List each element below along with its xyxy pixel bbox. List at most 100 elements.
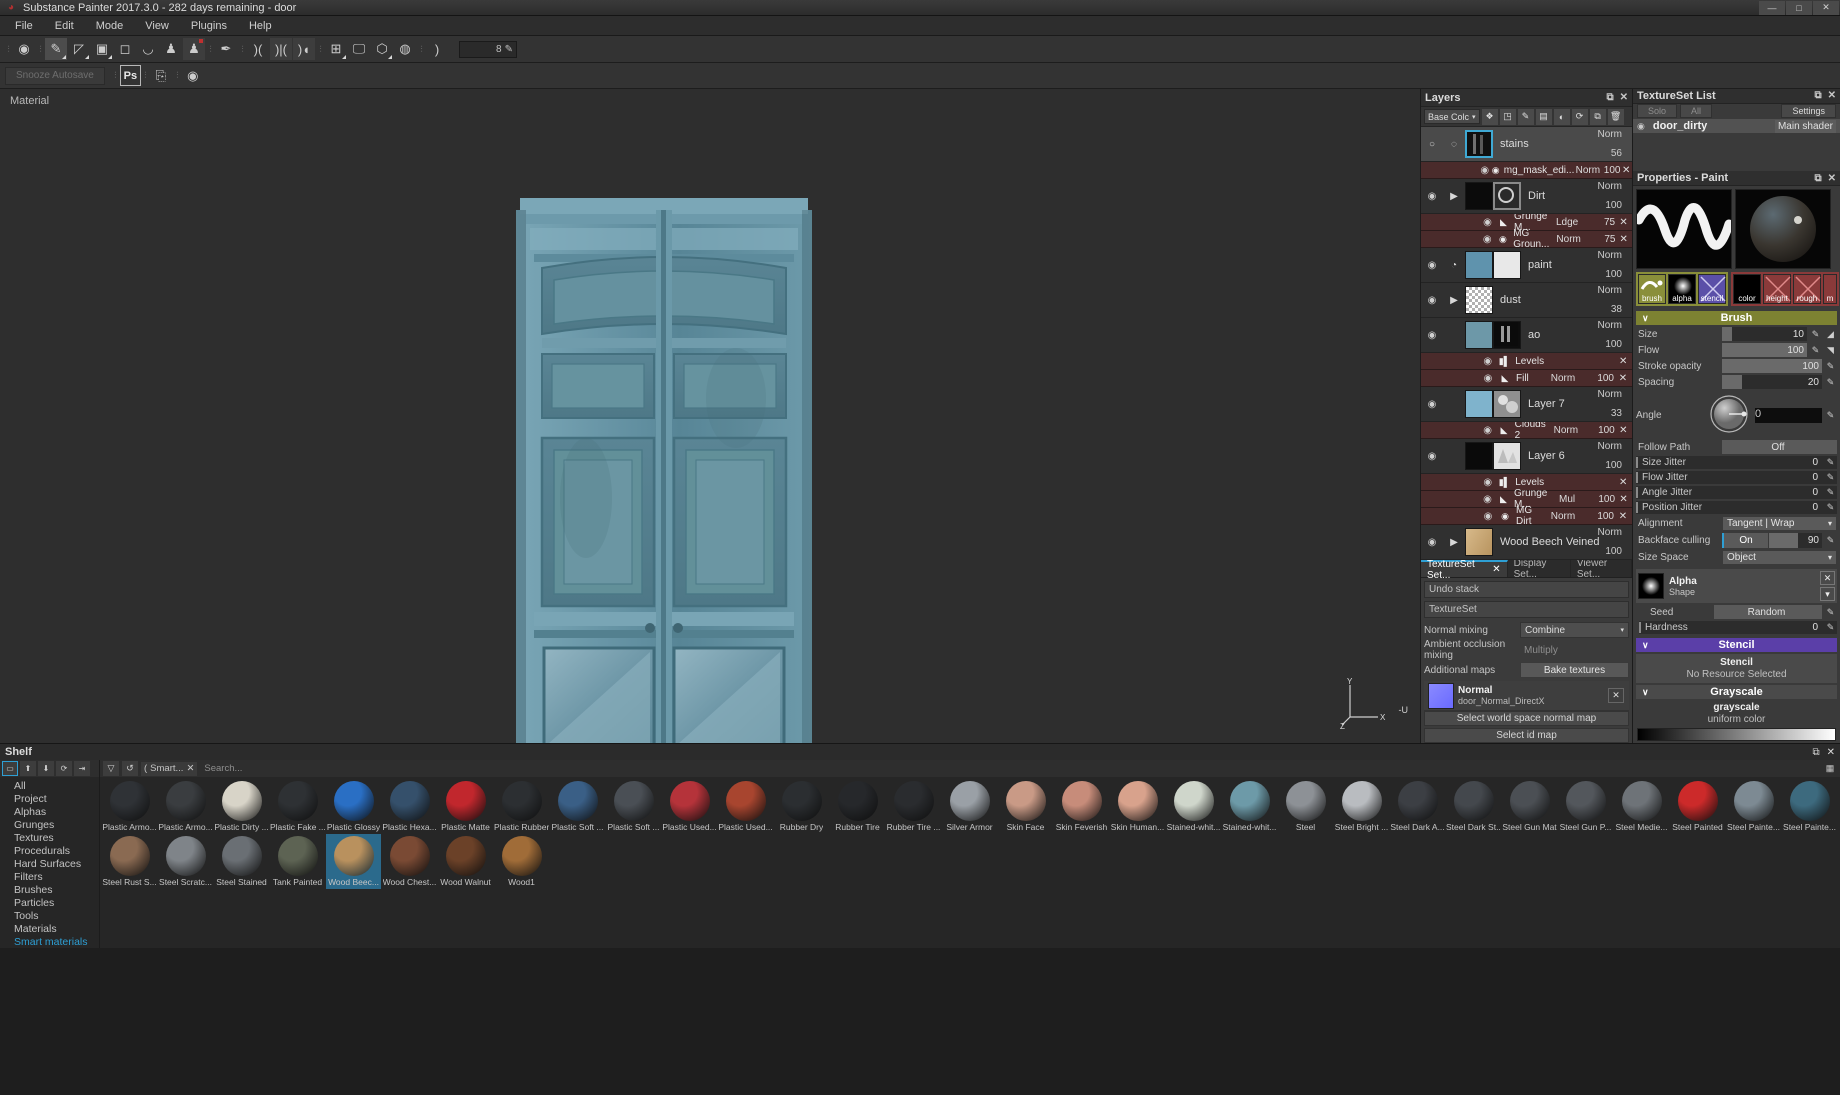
- stencil-resource[interactable]: Stencil No Resource Selected: [1636, 654, 1837, 684]
- layer-thumbnail[interactable]: [1465, 390, 1493, 418]
- hardness-row[interactable]: Hardness 0 ✎: [1639, 621, 1837, 635]
- layer-row-wood-beech-veined[interactable]: ◉ ▶ Wood Beech Veined Norm 100: [1421, 525, 1632, 560]
- add-folder-button[interactable]: ▤: [1535, 108, 1552, 125]
- shelf-material-grid[interactable]: Plastic Armo... Plastic Armo... Plastic Di…: [100, 777, 1840, 948]
- effect-opacity[interactable]: 75: [1587, 217, 1615, 228]
- spacing-slider[interactable]: 20: [1722, 375, 1822, 390]
- layer-row-ao[interactable]: ◉ ao Norm 100: [1421, 318, 1632, 353]
- close-icon[interactable]: ✕: [1492, 564, 1500, 575]
- shelf-material-item[interactable]: Plastic Glossy: [326, 779, 381, 834]
- effect-row[interactable]: ◉ ◉ mg_mask_edi... Norm 100 ✕: [1421, 162, 1632, 179]
- effect-opacity[interactable]: 100: [1584, 373, 1614, 384]
- effect-opacity[interactable]: 100: [1587, 494, 1615, 505]
- add-effect-button[interactable]: ⟳: [1571, 108, 1588, 125]
- backface-culling-toggle[interactable]: On: [1722, 533, 1768, 549]
- effect-visibility-toggle[interactable]: ◉: [1479, 217, 1496, 228]
- bake-textures-button[interactable]: Bake textures: [1520, 662, 1629, 678]
- shelf-category-grunges[interactable]: Grunges: [0, 818, 99, 831]
- effect-opacity[interactable]: 100: [1586, 425, 1615, 436]
- menu-mode[interactable]: Mode: [85, 18, 135, 34]
- chevron-down-icon[interactable]: ▾: [1820, 587, 1835, 602]
- effect-visibility-toggle[interactable]: ◉: [1479, 477, 1497, 488]
- select-world-space-normal-button[interactable]: Select world space normal map: [1424, 711, 1629, 726]
- effect-blend[interactable]: Norm: [1542, 373, 1584, 384]
- shelf-category-materials[interactable]: Materials: [0, 922, 99, 935]
- effect-opacity[interactable]: 75: [1588, 234, 1615, 245]
- effect-row[interactable]: ◉ ◣ Clouds 2 Norm 100 ✕: [1421, 419, 1632, 441]
- shelf-category-brushes[interactable]: Brushes: [0, 883, 99, 896]
- shelf-material-item[interactable]: Rubber Tire ...: [886, 779, 941, 834]
- layer-fx-icon[interactable]: ◔: [1443, 260, 1465, 271]
- reset-icon[interactable]: ↺: [122, 761, 138, 776]
- send-to-icon[interactable]: ⎘: [150, 65, 172, 87]
- menu-plugins[interactable]: Plugins: [180, 18, 238, 34]
- shelf-category-tools[interactable]: Tools: [0, 909, 99, 922]
- layers-list[interactable]: ○ ◌ stains Norm 56 ◉ ◉ mg_mask_edi... No…: [1421, 127, 1632, 560]
- pressure-icon[interactable]: ◢: [1824, 328, 1837, 341]
- shelf-material-item[interactable]: Plastic Rubber: [494, 779, 549, 834]
- menu-help[interactable]: Help: [238, 18, 283, 34]
- shelf-material-item[interactable]: Steel Gun Mat: [1502, 779, 1557, 834]
- layer-opacity[interactable]: 100: [1605, 546, 1622, 557]
- layer-row-layer7[interactable]: ◉ Layer 7 Norm 33: [1421, 387, 1632, 422]
- import-icon[interactable]: ⬆: [20, 761, 36, 776]
- maximize-button[interactable]: □: [1786, 0, 1812, 15]
- layer-mask-thumbnail[interactable]: [1493, 442, 1521, 470]
- shelf-material-item[interactable]: Rubber Dry: [774, 779, 829, 834]
- effect-row[interactable]: ◉ ◣ Fill Norm 100 ✕: [1421, 370, 1632, 387]
- shelf-material-item[interactable]: Wood1: [494, 834, 549, 889]
- effect-remove-icon[interactable]: ✕: [1614, 477, 1632, 488]
- edit-pencil-icon[interactable]: ✎: [1824, 471, 1837, 484]
- angle-jitter-row[interactable]: Angle Jitter 0 ✎: [1636, 486, 1837, 500]
- pressure-icon[interactable]: ◥: [1824, 344, 1837, 357]
- effect-remove-icon[interactable]: ✕: [1615, 217, 1632, 228]
- position-jitter-row[interactable]: Position Jitter 0 ✎: [1636, 501, 1837, 515]
- layer-visibility-toggle[interactable]: ◉: [1421, 537, 1443, 548]
- substance-source-icon[interactable]: ◉: [182, 65, 204, 87]
- shelf-material-item[interactable]: Plastic Armo...: [158, 779, 213, 834]
- map-entry-normal[interactable]: Normal door_Normal_DirectX ✕: [1424, 681, 1629, 711]
- textureset-shader[interactable]: Main shader: [1774, 119, 1836, 133]
- layer-thumbnail[interactable]: [1465, 528, 1493, 556]
- tab-display-settings[interactable]: Display Set...: [1508, 558, 1571, 580]
- layer-mask-thumbnail[interactable]: [1465, 130, 1493, 158]
- grid-view-icon[interactable]: ▦: [1823, 762, 1837, 776]
- edit-pencil-icon[interactable]: ✎: [1809, 328, 1822, 341]
- shelf-material-item[interactable]: Steel Dark A...: [1390, 779, 1445, 834]
- shelf-material-item[interactable]: Steel Gun P...: [1558, 779, 1613, 834]
- textureset-visibility-toggle[interactable]: ◉: [1637, 121, 1645, 132]
- layer-opacity[interactable]: 100: [1605, 269, 1622, 280]
- map-remove-icon[interactable]: ✕: [1608, 688, 1624, 703]
- edit-pencil-icon[interactable]: ✎: [1824, 456, 1837, 469]
- shelf-category-all[interactable]: All: [0, 779, 99, 792]
- flow-jitter-row[interactable]: Flow Jitter 0 ✎: [1636, 471, 1837, 485]
- layer-blend-mode[interactable]: Norm: [1598, 250, 1622, 261]
- shelf-material-item[interactable]: Steel Bright ...: [1334, 779, 1389, 834]
- layer-mask-thumbnail[interactable]: [1493, 182, 1521, 210]
- select-id-map-button[interactable]: Select id map: [1424, 728, 1629, 743]
- menu-view[interactable]: View: [134, 18, 180, 34]
- effect-opacity[interactable]: 100: [1584, 511, 1614, 522]
- active-filter-pill[interactable]: ( Smart... ✕: [141, 761, 198, 776]
- 3d-view-icon[interactable]: ⬡: [371, 38, 393, 60]
- symmetry-plane-icon[interactable]: )|(: [270, 38, 292, 60]
- height-chip[interactable]: height: [1763, 274, 1791, 305]
- add-fill-layer-button[interactable]: ◳: [1499, 108, 1516, 125]
- layer-opacity[interactable]: 100: [1605, 339, 1622, 350]
- close-icon[interactable]: ✕: [1828, 173, 1836, 184]
- close-icon[interactable]: ✕: [1827, 747, 1835, 758]
- menu-file[interactable]: File: [4, 18, 44, 34]
- eraser-tool[interactable]: ◸: [68, 38, 90, 60]
- shelf-material-item[interactable]: Skin Face: [998, 779, 1053, 834]
- camera-view-icon[interactable]: 🖵: [348, 38, 370, 60]
- rough-chip[interactable]: rough: [1793, 274, 1821, 305]
- shelf-material-item[interactable]: Plastic Soft ...: [550, 779, 605, 834]
- shelf-material-item[interactable]: Plastic Fake ...: [270, 779, 325, 834]
- backface-angle-slider[interactable]: 90: [1769, 533, 1822, 549]
- layer-row-dust[interactable]: ◉ ▶ dust Norm 38: [1421, 283, 1632, 318]
- effect-visibility-toggle[interactable]: ◉: [1479, 373, 1497, 384]
- angle-dial[interactable]: [1706, 391, 1752, 440]
- follow-path-toggle[interactable]: Off: [1722, 440, 1837, 455]
- shelf-material-item[interactable]: Plastic Used...: [662, 779, 717, 834]
- layer-thumbnail[interactable]: [1465, 251, 1493, 279]
